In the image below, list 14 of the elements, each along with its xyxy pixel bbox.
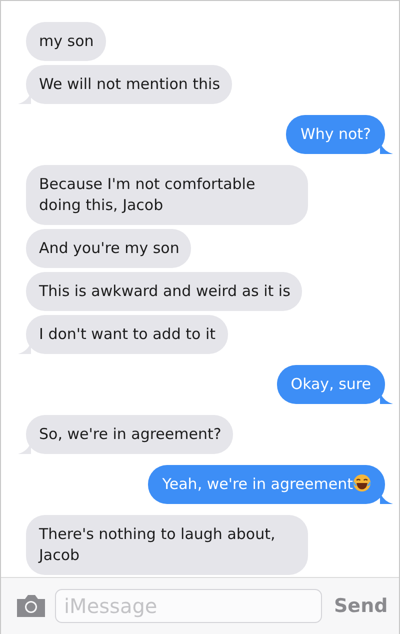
received-message: I don't want to add to it <box>26 315 228 354</box>
received-message: Because I'm not comfortable doing this, Jacob <box>26 165 308 225</box>
received-message: So, we're in agreement? <box>26 415 234 454</box>
camera-icon[interactable] <box>15 593 47 619</box>
received-message: my son <box>26 22 106 61</box>
sent-message: Yeah, we're in agreement <box>148 465 385 504</box>
received-message: We will not mention this <box>26 65 232 104</box>
received-message: And you're my son <box>26 229 192 268</box>
sent-message: Why not? <box>286 115 385 154</box>
received-message: There's nothing to laugh about, Jacob <box>26 515 308 575</box>
message-input[interactable]: iMessage <box>55 589 322 623</box>
send-button[interactable]: Send <box>330 592 392 620</box>
sent-message: Okay, sure <box>276 365 385 404</box>
received-message: This is awkward and weird as it is <box>26 272 302 311</box>
